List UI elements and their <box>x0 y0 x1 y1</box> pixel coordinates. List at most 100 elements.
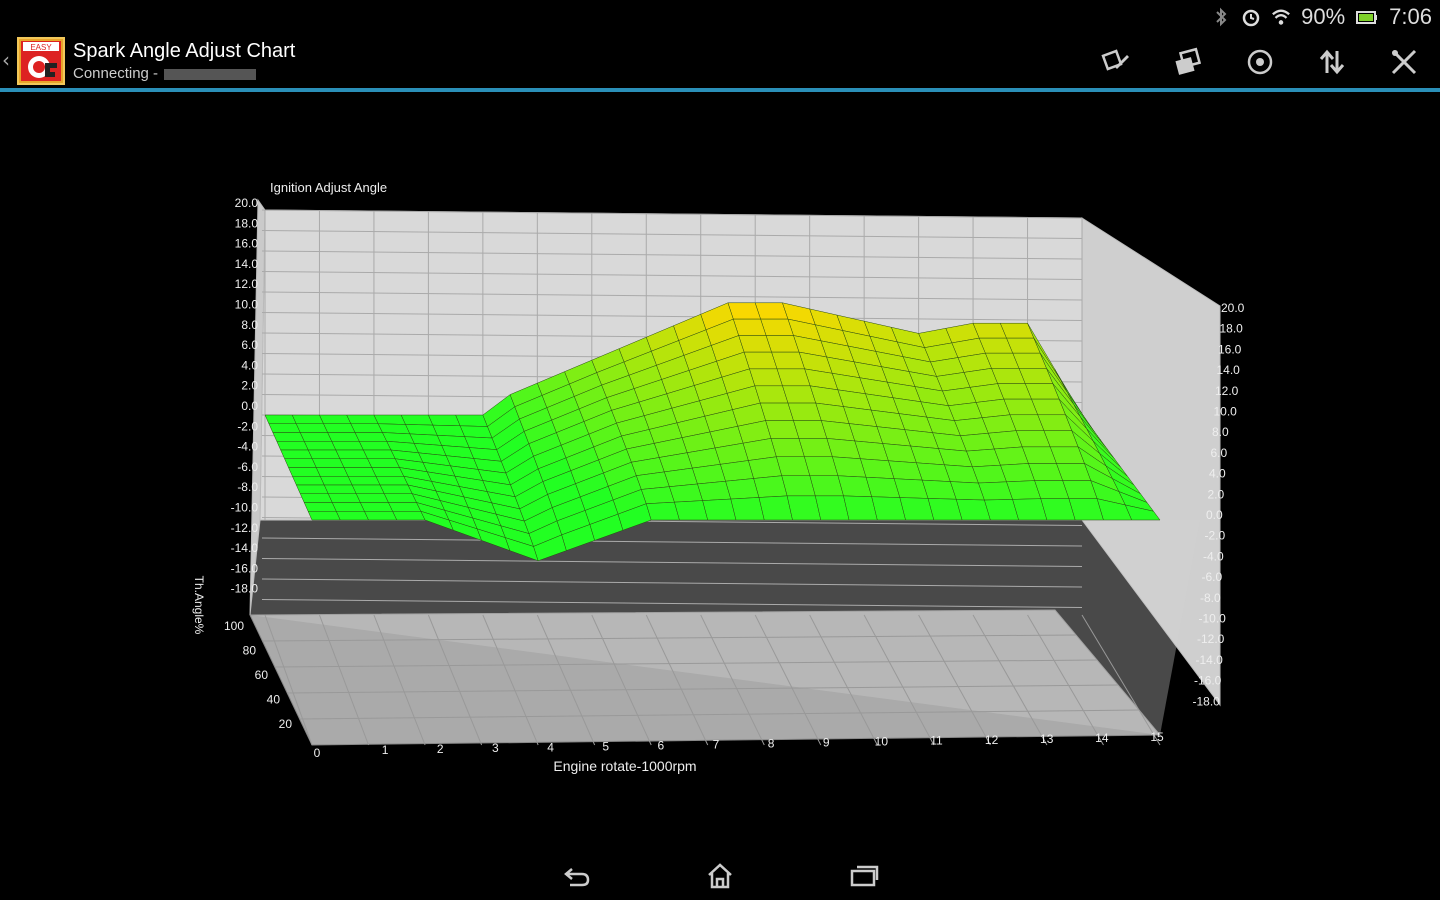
y-tick-label: 80 <box>243 644 257 658</box>
surface-cell <box>343 467 377 477</box>
surface-cell <box>307 449 341 459</box>
surface-cell <box>327 432 360 442</box>
copy-icon <box>1175 47 1202 75</box>
z-tick-label-left: -14.0 <box>231 541 259 555</box>
z-tick-label-right: 14.0 <box>1217 363 1241 377</box>
surface-cell <box>315 467 349 477</box>
surface-cell <box>392 511 426 521</box>
app-title: Spark Angle Adjust Chart <box>73 40 296 62</box>
sort-button[interactable] <box>1310 40 1354 84</box>
surface-cell <box>268 423 301 433</box>
surface-cell <box>405 424 438 436</box>
battery-icon <box>1356 11 1378 24</box>
tools-button[interactable] <box>1382 40 1426 84</box>
surface-cell <box>288 467 321 477</box>
x-tick-label: 7 <box>713 737 720 751</box>
app-logo-graphic: EASY <box>21 41 61 81</box>
surface-cell <box>743 351 778 370</box>
z-tick-label-left: -18.0 <box>231 582 259 596</box>
surface-cell <box>749 368 783 387</box>
surface-cell <box>307 511 341 521</box>
copy-button[interactable] <box>1166 40 1210 84</box>
x-tick-label: 1 <box>382 743 389 757</box>
surface-cell <box>702 498 737 521</box>
surface-cell <box>697 480 732 501</box>
surface-cell <box>809 475 844 497</box>
clock-time: 7:06 <box>1389 4 1432 29</box>
surface-cell <box>354 432 388 442</box>
surface-cell <box>798 438 833 457</box>
y-tick-label: 100 <box>224 619 244 633</box>
x-tick-label: 5 <box>602 739 609 753</box>
target-icon <box>1247 49 1273 75</box>
z-tick-label-right: 4.0 <box>1209 467 1226 481</box>
z-tick-label-right: -6.0 <box>1202 570 1223 584</box>
back-button[interactable] <box>555 858 599 894</box>
x-tick-label: 11 <box>930 734 943 748</box>
z-tick-label-left: 20.0 <box>235 196 259 210</box>
z-tick-label-left: -2.0 <box>237 419 258 433</box>
z-tick-label-right: -14.0 <box>1196 653 1224 667</box>
z-tick-label-left: 10.0 <box>235 298 259 312</box>
surface-cell <box>720 460 755 482</box>
edit-button[interactable] <box>1094 40 1138 84</box>
surface-cell <box>748 456 783 479</box>
z-tick-label-left: 18.0 <box>235 216 259 230</box>
surface-cell <box>770 438 805 457</box>
surface-cell <box>455 414 488 427</box>
surface-cell <box>280 449 313 459</box>
recent-apps-button[interactable] <box>842 858 886 894</box>
surface-cell <box>299 493 333 503</box>
up-chevron-icon[interactable]: ‹ <box>2 48 10 72</box>
x-tick-label: 13 <box>1040 732 1054 746</box>
surface-cell <box>786 495 822 521</box>
surface-cell <box>776 456 811 476</box>
surface-cell <box>692 464 726 485</box>
x-tick-label: 9 <box>823 736 830 750</box>
surface-cell <box>787 402 822 421</box>
z-tick-label-left: -4.0 <box>237 440 258 454</box>
target-button[interactable] <box>1238 40 1282 84</box>
surface-cell <box>347 476 381 486</box>
y-tick-label: 40 <box>267 693 281 707</box>
bluetooth-icon <box>1216 7 1227 27</box>
z-tick-label-right: -12.0 <box>1197 632 1225 646</box>
navigation-bar <box>0 852 1440 900</box>
surface-cell <box>371 467 405 477</box>
x-axis-label: Engine rotate-1000rpm <box>553 758 696 774</box>
z-tick-label-right: 2.0 <box>1208 487 1225 501</box>
surface-cell <box>379 484 413 494</box>
spark-angle-3d-chart[interactable]: 20.018.016.014.012.010.08.06.04.02.00.0-… <box>0 92 1440 852</box>
y-tick-label: 20 <box>279 717 293 731</box>
surface-cell <box>323 423 356 433</box>
surface-cell <box>327 493 361 503</box>
x-tick-label: 15 <box>1150 730 1164 744</box>
surface-cell <box>383 493 417 503</box>
surface-cell <box>331 502 365 512</box>
surface-cell <box>355 493 389 503</box>
z-tick-label-right: 8.0 <box>1212 425 1229 439</box>
surface-cell <box>363 449 396 459</box>
surface-cell <box>303 441 337 451</box>
z-tick-label-right: 10.0 <box>1214 405 1238 419</box>
tools-icon <box>1391 49 1417 75</box>
wifi-icon <box>1272 9 1291 25</box>
z-tick-label-right: -10.0 <box>1199 612 1227 626</box>
x-tick-label: 12 <box>985 733 999 747</box>
surface-cell <box>640 486 675 505</box>
alarm-icon <box>1242 9 1260 27</box>
surface-cell <box>291 414 324 424</box>
home-button[interactable] <box>698 858 742 894</box>
surface-cell <box>346 414 379 424</box>
z-tick-label-right: 16.0 <box>1218 342 1242 356</box>
surface-cell <box>459 425 493 439</box>
z-tick-label-left: 8.0 <box>241 318 258 332</box>
surface-cell <box>645 501 680 521</box>
surface-cell <box>358 441 392 451</box>
app-logo[interactable]: EASY <box>17 37 65 85</box>
surface-cell <box>284 458 317 468</box>
z-tick-label-left: 16.0 <box>235 237 259 251</box>
surface-cell <box>303 502 337 512</box>
surface-cell <box>335 449 368 459</box>
redacted-device-id <box>164 68 257 80</box>
